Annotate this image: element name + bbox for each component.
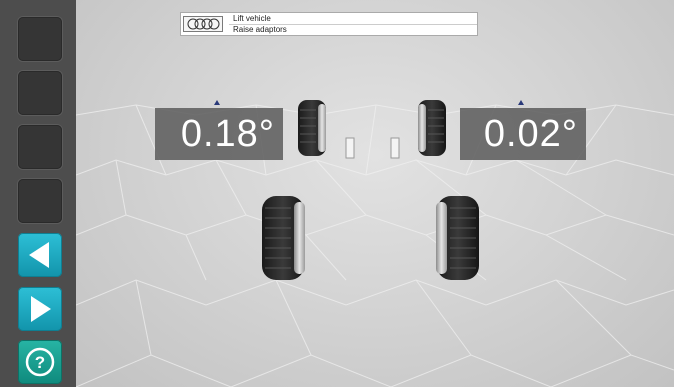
front-left-angle-readout: 0.18° <box>155 108 283 160</box>
rear-left-wheel <box>262 196 305 280</box>
front-right-angle-readout: 0.02° <box>460 108 586 160</box>
left-sensor-head <box>345 137 355 159</box>
right-sensor-head <box>390 137 400 159</box>
front-right-wheel <box>418 100 446 156</box>
rear-right-wheel <box>436 196 479 280</box>
front-left-wheel <box>298 100 326 156</box>
